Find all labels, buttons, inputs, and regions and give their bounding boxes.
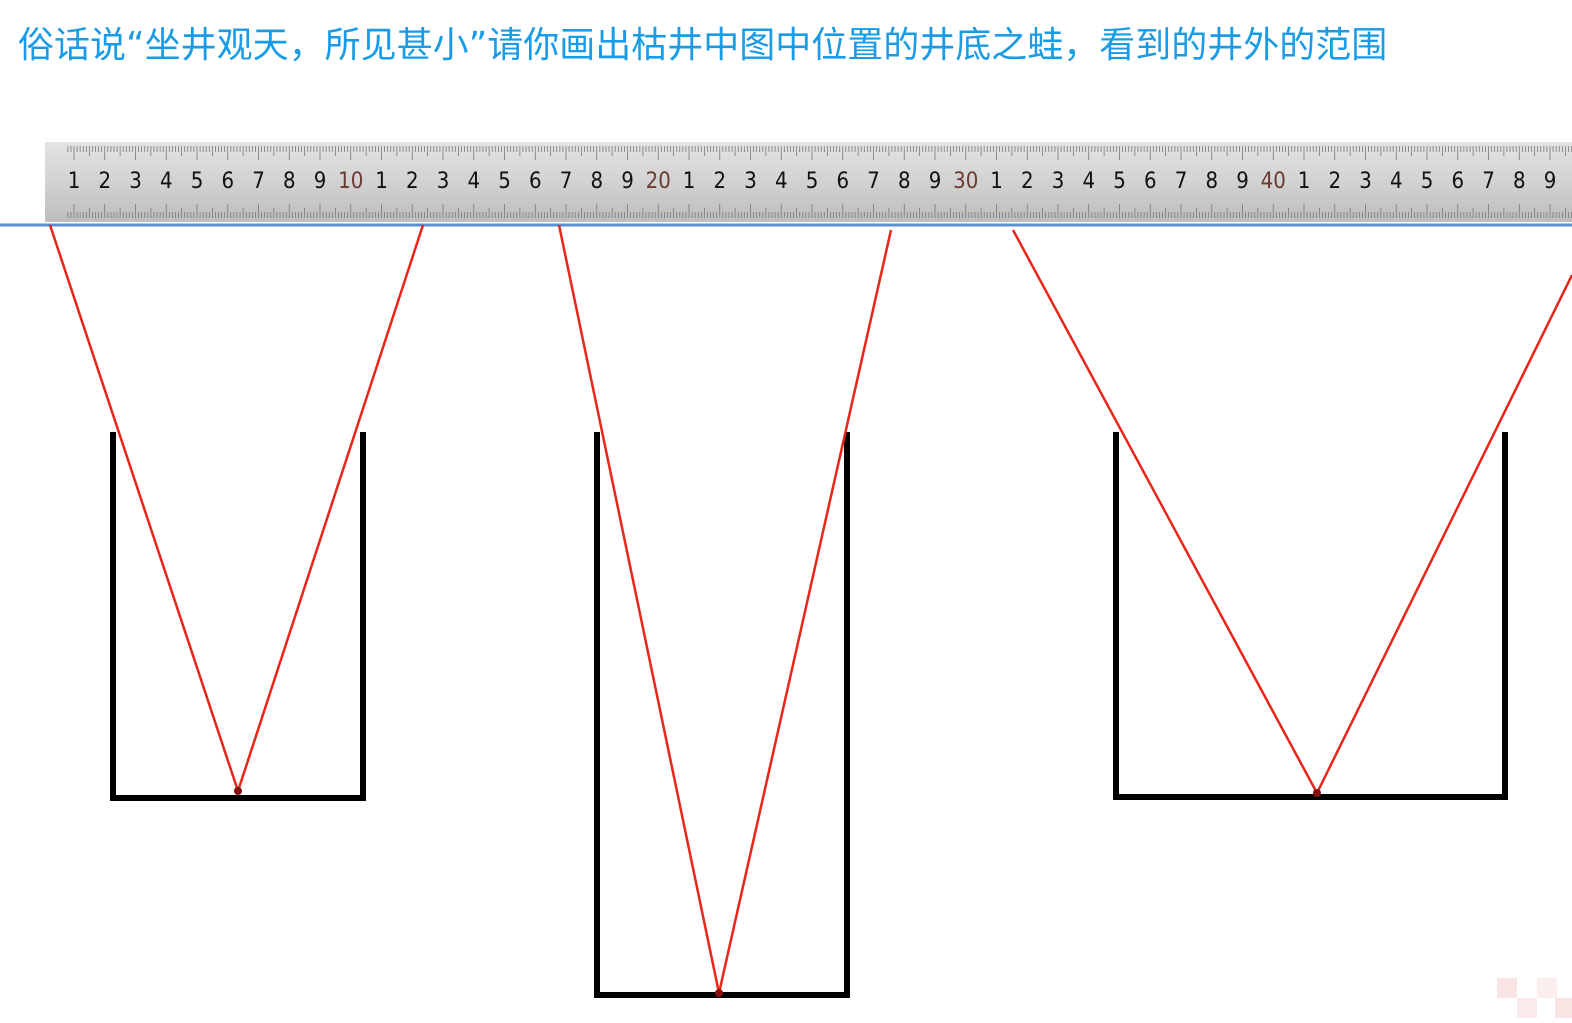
ruler-label: 9 (929, 169, 942, 194)
ruler-label: 7 (867, 169, 880, 194)
ruler-label: 1 (683, 169, 696, 194)
ruler-label: 3 (1052, 169, 1065, 194)
ruler-label: 6 (1144, 169, 1157, 194)
ruler-labels: 1 2 3 4 5 6 7 8 9 10 1 2 3 4 5 6 7 8 9 20 1 2 3 4 5 6 7 8 9 30 1 2 3 4 5 6 7… (68, 169, 1557, 194)
ruler-label: 8 (1205, 169, 1218, 194)
ruler-label: 4 (1390, 169, 1403, 194)
ruler-label: 7 (252, 169, 265, 194)
ruler-label: 1 (990, 169, 1003, 194)
ruler-label: 8 (1513, 169, 1526, 194)
ruler-label: 4 (1082, 169, 1095, 194)
sight-line-left (48, 224, 240, 792)
ruler-label: 2 (1021, 169, 1034, 194)
well-diagram: 1 2 3 4 5 6 7 8 9 10 1 2 3 4 5 6 7 8 9 20 1 2 3 4 5 6 7 8 9 30 1 2 3 4 5 6 7… (0, 142, 1572, 1018)
ruler-label: 2 (713, 169, 726, 194)
ruler-label: 2 (406, 169, 419, 194)
ruler-label: 6 (836, 169, 849, 194)
sight-line-right (717, 229, 893, 994)
ruler-label: 8 (898, 169, 911, 194)
ruler-label: 8 (590, 169, 603, 194)
well-3 (1011, 229, 1572, 800)
ruler-label: 20 (646, 169, 671, 194)
ruler-label: 4 (467, 169, 480, 194)
ruler-label: 10 (338, 169, 363, 194)
ruler-label: 3 (744, 169, 757, 194)
well-1 (48, 224, 425, 801)
ruler-label: 7 (560, 169, 573, 194)
sight-line-left (557, 224, 721, 994)
ruler-label: 4 (775, 169, 788, 194)
sight-line-right (1315, 274, 1572, 794)
well-2-walls (594, 432, 850, 998)
well-3-walls (1113, 432, 1508, 800)
ruler-label: 1 (68, 169, 81, 194)
frog-point (1313, 789, 1321, 797)
ruler-label: 40 (1261, 169, 1286, 194)
well-2 (557, 224, 893, 998)
ruler-label: 3 (129, 169, 142, 194)
ruler-label: 5 (806, 169, 819, 194)
frog-point (234, 787, 242, 795)
ruler-label: 6 (221, 169, 234, 194)
ruler-label: 2 (1328, 169, 1341, 194)
sight-line-left (1011, 229, 1319, 794)
ruler: 1 2 3 4 5 6 7 8 9 10 1 2 3 4 5 6 7 8 9 20 1 2 3 4 5 6 7 8 9 30 1 2 3 4 5 6 7… (45, 142, 1572, 222)
pixel-watermark (1497, 978, 1572, 1018)
ruler-label: 6 (529, 169, 542, 194)
ruler-label: 3 (437, 169, 450, 194)
well-1-walls (110, 432, 366, 801)
ruler-label: 3 (1359, 169, 1372, 194)
ruler-label: 4 (160, 169, 173, 194)
ruler-label: 5 (1421, 169, 1434, 194)
ruler-label: 5 (498, 169, 511, 194)
ruler-label: 30 (953, 169, 978, 194)
ruler-label: 7 (1175, 169, 1188, 194)
ruler-label: 9 (621, 169, 634, 194)
ruler-label: 8 (283, 169, 296, 194)
ruler-label: 7 (1482, 169, 1495, 194)
frog-point (715, 989, 723, 997)
ruler-label: 9 (1236, 169, 1249, 194)
ruler-label: 1 (375, 169, 388, 194)
ruler-label: 2 (98, 169, 111, 194)
ruler-label: 1 (1298, 169, 1311, 194)
ruler-label: 5 (1113, 169, 1126, 194)
ruler-label: 9 (314, 169, 327, 194)
ruler-label: 5 (191, 169, 204, 194)
ruler-label: 6 (1451, 169, 1464, 194)
ruler-label: 9 (1544, 169, 1557, 194)
sight-line-right (236, 224, 425, 792)
